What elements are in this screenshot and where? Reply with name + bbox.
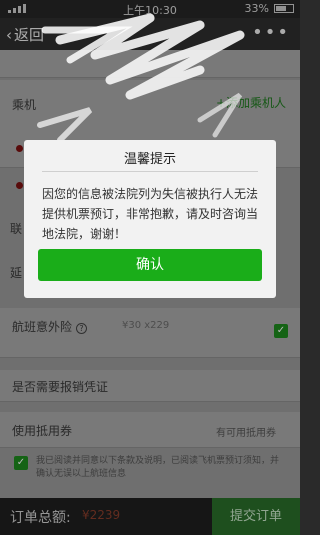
dialog-message: 因您的信息被法院列为失信被执行人无法提供机票预订，非常抱歉，请及时咨询当地法院，… (42, 187, 259, 241)
dialog-title: 温馨提示 (123, 152, 176, 167)
dialog-divider (42, 171, 258, 172)
alert-dialog: 温馨提示 因您的信息被法院列为失信被执行人无法提供机票预订，非常抱歉，请及时咨询… (24, 140, 276, 298)
confirm-button[interactable]: 确认 (38, 249, 262, 281)
